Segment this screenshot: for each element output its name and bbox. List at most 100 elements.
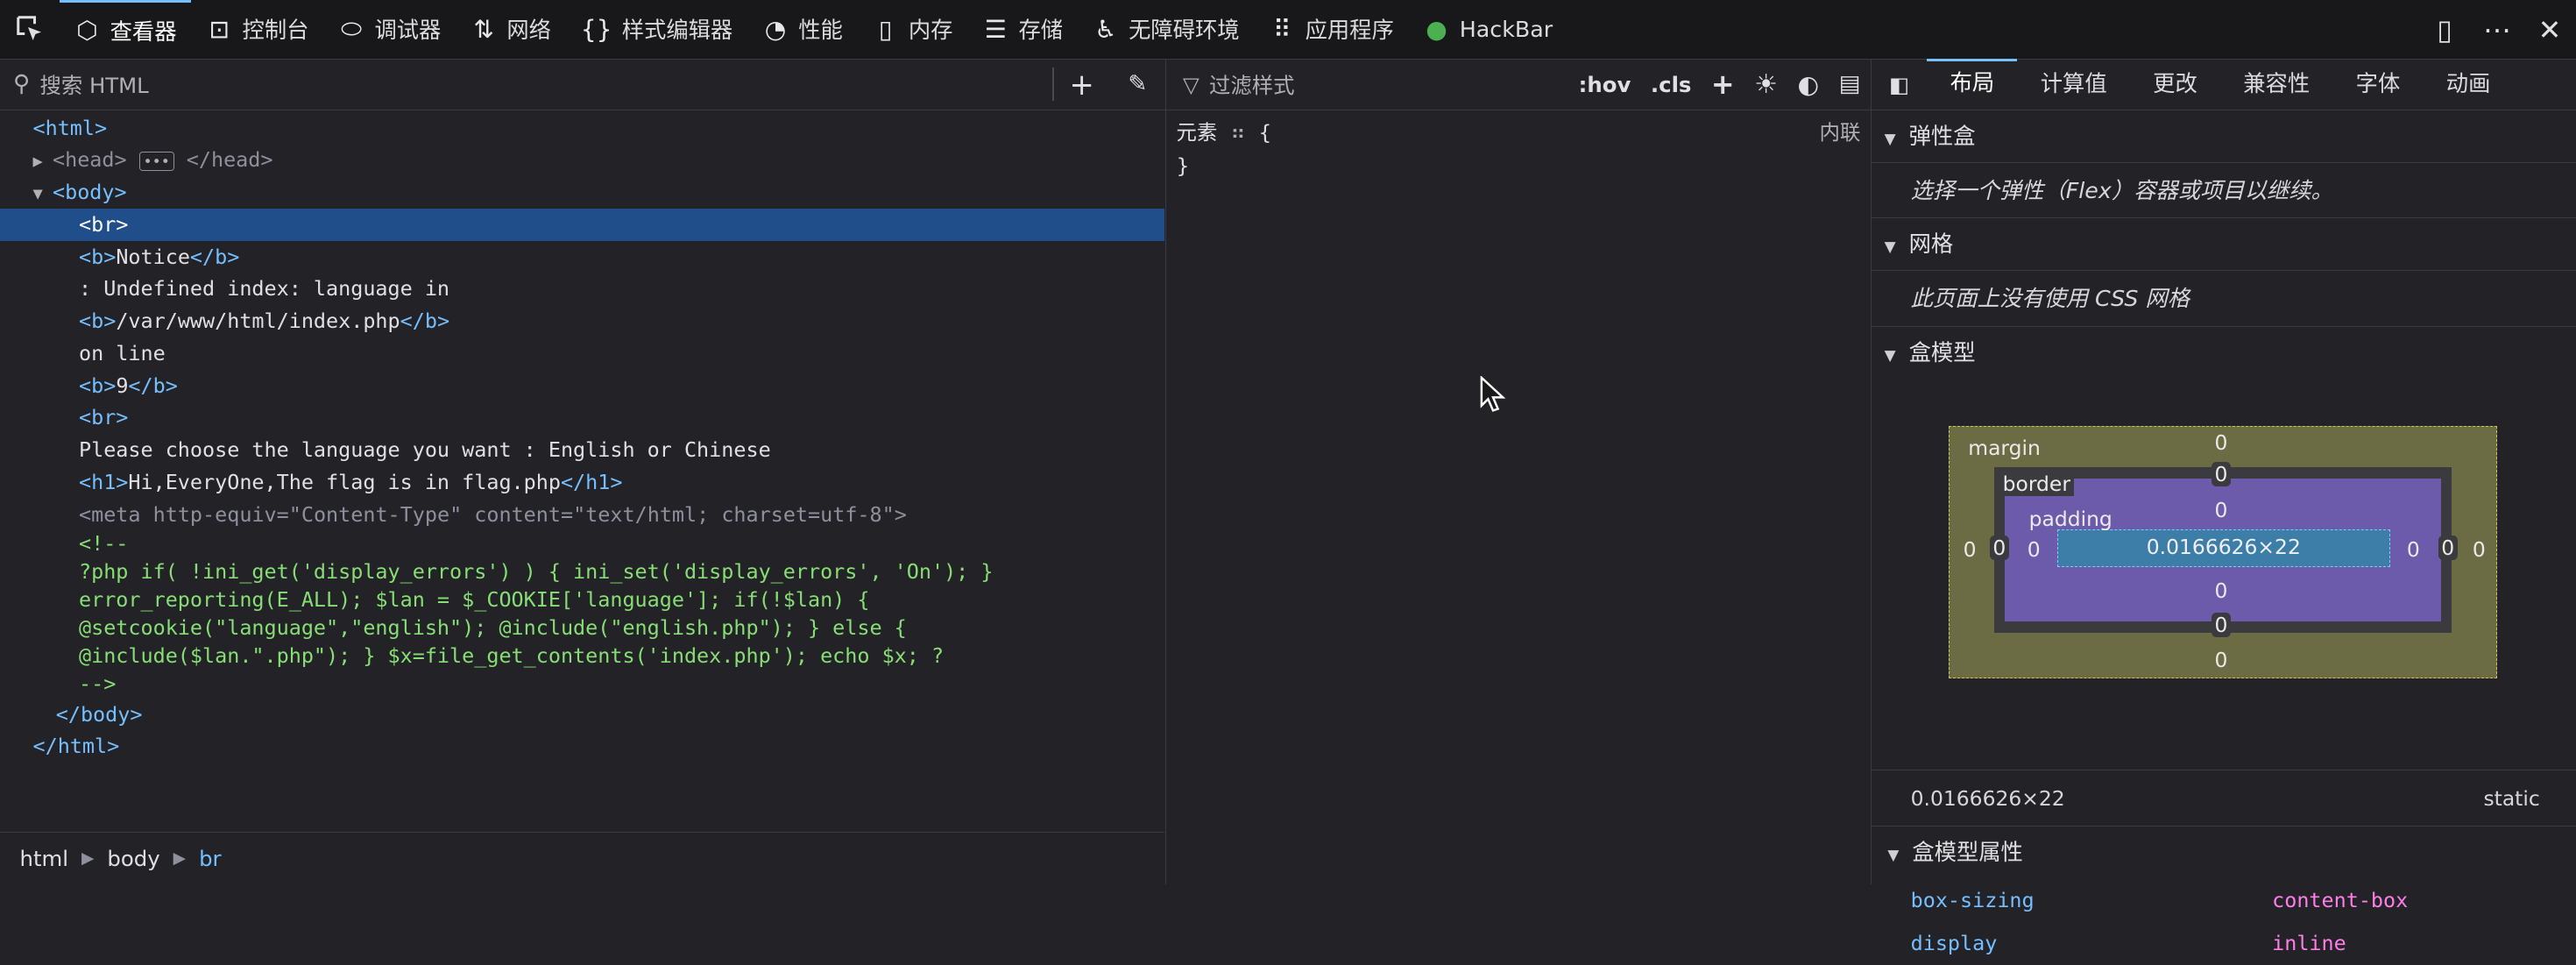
add-node-icon[interactable]: + (1054, 59, 1110, 110)
border-right-value[interactable]: 0 (2438, 536, 2458, 561)
tree-node-html-close[interactable]: </html> (0, 730, 1164, 763)
padding-left-value[interactable]: 0 (2028, 537, 2041, 562)
tree-node-body[interactable]: ▼ <body> (0, 176, 1164, 209)
filter-styles-input[interactable]: 过滤样式 (1209, 69, 1568, 100)
tab-accessibility[interactable]: ♿ 无障碍环境 (1078, 0, 1255, 59)
tree-node-b[interactable]: <b>9</b> (0, 370, 1164, 402)
tab-label: 样式编辑器 (621, 18, 733, 44)
light-scheme-icon[interactable]: ☀ (1744, 69, 1787, 100)
margin-right-value[interactable]: 0 (2473, 537, 2486, 562)
collapsed-ellipsis-icon[interactable]: ••• (138, 152, 174, 172)
section-title: 盒模型属性 (1912, 840, 2023, 866)
dock-side-icon[interactable]: ▯ (2418, 13, 2471, 46)
tab-label: 内存 (908, 18, 953, 44)
border-bottom-value[interactable]: 0 (2211, 613, 2232, 638)
tag-b: <b> (79, 244, 117, 269)
section-title: 盒模型 (1908, 340, 1976, 366)
boxmodel-props-header[interactable]: ▼ 盒模型属性 (1872, 827, 2576, 879)
padding-top-value[interactable]: 0 (2215, 498, 2228, 522)
tab-inspector[interactable]: ⬡ 查看器 (59, 0, 192, 59)
performance-icon: ◔ (764, 14, 787, 44)
element-dimensions: 0.0166626×22 (1910, 785, 2065, 811)
margin-left-value[interactable]: 0 (1964, 537, 1977, 562)
margin-bottom-value[interactable]: 0 (2215, 648, 2228, 672)
element-rule[interactable]: 元素 ⠶ { } 内联 (1166, 110, 1870, 189)
close-icon[interactable]: ✕ (2523, 13, 2576, 46)
tree-text-node[interactable]: : Undefined index: language in (0, 273, 1164, 305)
tab-debugger[interactable]: ⬭ 调试器 (323, 0, 456, 59)
inspector-icon: ⬡ (76, 16, 98, 46)
more-options-icon[interactable]: ⋯ (2471, 13, 2523, 46)
tree-node-br[interactable]: <br> (0, 401, 1164, 434)
tag-br: <br> (79, 405, 129, 430)
tab-label: 无障碍环境 (1129, 18, 1240, 44)
hov-toggle-button[interactable]: :hov (1568, 72, 1640, 97)
inline-source-label[interactable]: 内联 (1820, 117, 1861, 150)
property-value[interactable]: inline (2272, 922, 2346, 965)
box-model-diagram: 0.0166626×22 margin border padding 0 0 0… (1871, 380, 2576, 771)
tab-computed[interactable]: 计算值 (2017, 59, 2129, 110)
tag-b-close: </b> (400, 309, 450, 333)
tree-text-node[interactable]: Please choose the language you want : En… (0, 434, 1164, 466)
grid-section-header[interactable]: ▼ 网格 (1871, 218, 2576, 272)
storage-icon: ☰ (984, 14, 1007, 44)
tab-network[interactable]: ⇅ 网络 (456, 0, 566, 59)
dark-scheme-icon[interactable]: ◐ (1787, 70, 1829, 99)
tab-layout[interactable]: 布局 (1927, 59, 2018, 110)
text-please: Please choose the language you want : En… (79, 437, 771, 462)
tab-style-editor[interactable]: {} 样式编辑器 (566, 0, 747, 59)
toggle-sidebar-icon[interactable]: ◧ (1872, 72, 1928, 97)
property-row: display inline (1872, 922, 2576, 965)
search-icon: ⚲ (13, 71, 31, 98)
breadcrumb-body[interactable]: body (107, 846, 159, 871)
devtools-toolbar: ⬡ 查看器 ⊡ 控制台 ⬭ 调试器 ⇅ 网络 {} 样式编辑器 ◔ 性能 ▯ 内… (0, 0, 2576, 60)
tree-node-body-close[interactable]: </body> (0, 699, 1164, 731)
tab-memory[interactable]: ▯ 内存 (858, 0, 968, 59)
breadcrumb-html[interactable]: html (20, 846, 69, 871)
tree-node-h1[interactable]: <h1>Hi,EveryOne,The flag is in flag.php<… (0, 466, 1164, 499)
breadcrumb-br[interactable]: br (199, 846, 221, 871)
flexbox-section-header[interactable]: ▼ 弹性盒 (1871, 110, 2576, 163)
tree-node-html[interactable]: <html> (0, 112, 1164, 145)
property-value[interactable]: content-box (2272, 879, 2408, 922)
tab-fonts[interactable]: 字体 (2332, 59, 2423, 110)
tree-node-b[interactable]: <b>/var/www/html/index.php</b> (0, 305, 1164, 337)
boxmodel-section-header[interactable]: ▼ 盒模型 (1872, 327, 2576, 380)
margin-top-value[interactable]: 0 (2215, 430, 2228, 455)
tree-node-head[interactable]: ▶ <head> ••• </head> (0, 144, 1164, 176)
add-rule-icon[interactable]: + (1702, 67, 1744, 101)
attr-value: "Content-Type" (288, 501, 463, 527)
tab-label: HackBar (1459, 16, 1553, 42)
padding-bottom-value[interactable]: 0 (2215, 578, 2228, 603)
tree-node-meta[interactable]: <meta http-equiv="Content-Type" content=… (0, 499, 1164, 531)
tree-node-b[interactable]: <b>Notice</b> (0, 241, 1164, 273)
expand-caret-icon[interactable]: ▶ (33, 146, 53, 179)
collapse-caret-icon[interactable]: ▼ (33, 179, 53, 211)
tab-animations[interactable]: 动画 (2424, 59, 2514, 110)
tree-node-br-selected[interactable]: <br> (0, 208, 1165, 241)
element-position: static (2483, 785, 2540, 811)
padding-right-value[interactable]: 0 (2407, 537, 2420, 562)
tab-storage[interactable]: ☰ 存储 (967, 0, 1078, 59)
search-html-input[interactable]: 搜索 HTML (39, 69, 1051, 100)
margin-label: margin (1968, 435, 2041, 460)
eyedropper-icon[interactable]: ✎ (1110, 59, 1166, 110)
tab-hackbar[interactable]: ● HackBar (1409, 0, 1568, 59)
padding-label: padding (2028, 506, 2112, 531)
box-model-content-size[interactable]: 0.0166626×22 (2056, 529, 2391, 567)
border-top-value[interactable]: 0 (2211, 461, 2232, 486)
cls-toggle-button[interactable]: .cls (1641, 72, 1702, 97)
markup-tree: <html> ▶ <head> ••• </head> ▼ <body> <br> … (0, 112, 1165, 763)
element-picker-icon[interactable] (0, 0, 60, 59)
tab-changes[interactable]: 更改 (2130, 59, 2220, 110)
tag-body: <body> (53, 180, 127, 204)
text-line-no: 9 (116, 373, 129, 398)
print-media-icon[interactable]: ▤ (1829, 71, 1870, 97)
tree-comment-node[interactable]: <!-- ?php if( !ini_get('display_errors')… (0, 530, 1164, 698)
tab-performance[interactable]: ◔ 性能 (747, 0, 858, 59)
tab-compatibility[interactable]: 兼容性 (2220, 59, 2332, 110)
tab-application[interactable]: ⠿ 应用程序 (1254, 0, 1408, 59)
tree-text-node[interactable]: on line (0, 337, 1164, 370)
tab-console[interactable]: ⊡ 控制台 (191, 0, 323, 59)
border-left-value[interactable]: 0 (1989, 536, 2010, 561)
